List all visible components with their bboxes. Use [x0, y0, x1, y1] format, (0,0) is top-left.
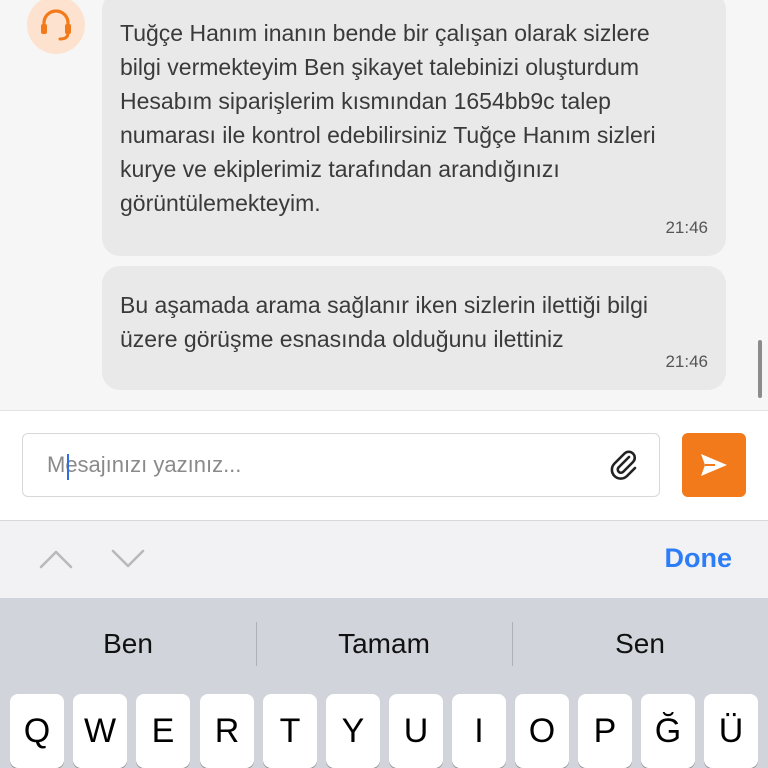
message-text: Tuğçe Hanım inanın bende bir çalışan ola… [120, 20, 656, 216]
chevron-down-icon[interactable] [110, 547, 146, 571]
paperclip-icon[interactable] [607, 448, 641, 482]
suggestion-item[interactable]: Sen [512, 598, 768, 690]
key-p[interactable]: P [578, 694, 632, 768]
message-time: 21:46 [665, 352, 708, 371]
key-r[interactable]: R [200, 694, 254, 768]
text-caret [67, 454, 69, 480]
done-button[interactable]: Done [665, 543, 733, 574]
key-u[interactable]: U [389, 694, 443, 768]
key-t[interactable]: T [263, 694, 317, 768]
key-g-breve[interactable]: Ğ [641, 694, 695, 768]
chat-scrollbar[interactable] [758, 340, 762, 398]
message-bubble: Tuğçe Hanım inanın bende bir çalışan ola… [102, 0, 726, 256]
send-button[interactable] [682, 433, 746, 497]
key-w[interactable]: W [73, 694, 127, 768]
message-bubble: Bu aşamada arama sağlanır iken sizlerin … [102, 266, 726, 390]
keyboard-row: Q W E R T Y U I O P Ğ Ü [0, 690, 768, 768]
send-arrow-icon [701, 454, 727, 476]
key-o[interactable]: O [515, 694, 569, 768]
keyboard-accessory-bar: Done [0, 520, 768, 598]
headset-icon [41, 9, 71, 41]
message-input-wrapper [22, 433, 660, 497]
key-e[interactable]: E [136, 694, 190, 768]
chevron-up-icon[interactable] [38, 547, 74, 571]
suggestion-item[interactable]: Ben [0, 598, 256, 690]
key-u-umlaut[interactable]: Ü [704, 694, 758, 768]
message-input[interactable] [23, 434, 593, 496]
keyboard-suggestions: Ben Tamam Sen [0, 598, 768, 690]
suggestion-item[interactable]: Tamam [256, 598, 512, 690]
key-y[interactable]: Y [326, 694, 380, 768]
message-time: 21:46 [665, 218, 708, 237]
agent-avatar [27, 0, 85, 54]
message-text: Bu aşamada arama sağlanır iken sizlerin … [120, 292, 648, 352]
message-composer [0, 410, 768, 520]
chat-area: Tuğçe Hanım inanın bende bir çalışan ola… [0, 0, 768, 410]
key-q[interactable]: Q [10, 694, 64, 768]
key-i[interactable]: I [452, 694, 506, 768]
